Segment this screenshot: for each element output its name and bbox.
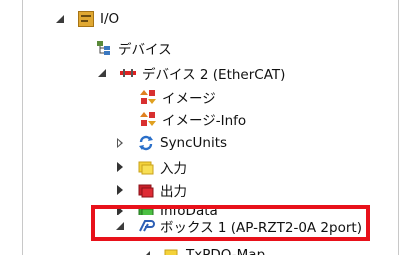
expand-toggle-syncunits[interactable] [114, 137, 126, 149]
tree-node-devices[interactable]: デバイス [96, 37, 172, 59]
tree-node-image-info[interactable]: イメージ-Info [140, 108, 246, 130]
tree-label-device2: デバイス 2 (EtherCAT) [142, 67, 286, 83]
output-folder-icon [138, 182, 154, 198]
tree-label-txpdo: TxPDO-Map [186, 247, 266, 255]
tree-label-image-info: イメージ-Info [162, 113, 247, 129]
tree-label-input: 入力 [160, 161, 187, 177]
tree-node-io[interactable]: I/O [54, 8, 119, 30]
expand-toggle-input[interactable] [114, 161, 126, 173]
syncunits-icon [138, 135, 154, 151]
expand-toggle-device2[interactable] [96, 67, 108, 79]
tree-right-border [398, 0, 399, 255]
image-info-icon [140, 111, 156, 127]
tree-label-syncunits: SyncUnits [160, 135, 228, 151]
expand-toggle-txpdo[interactable] [140, 249, 152, 255]
tree-node-input[interactable]: 入力 [114, 156, 187, 178]
txpdo-map-icon [164, 247, 180, 255]
expand-toggle-io[interactable] [54, 13, 66, 25]
image-icon [140, 89, 156, 105]
input-folder-icon [138, 159, 154, 175]
devices-tree-icon [96, 40, 112, 56]
tree-node-device2[interactable]: デバイス 2 (EtherCAT) [96, 62, 285, 84]
tree-left-border [22, 0, 23, 255]
tree-label-output: 出力 [160, 184, 187, 200]
tree-node-syncunits[interactable]: SyncUnits [114, 132, 227, 154]
tree-label-io: I/O [100, 11, 120, 27]
tree-node-output[interactable]: 出力 [114, 179, 187, 201]
highlight-box [91, 205, 370, 241]
ethercat-device-icon [120, 65, 136, 81]
tree-label-image: イメージ [162, 91, 216, 107]
tree-node-image[interactable]: イメージ [140, 86, 216, 108]
tree-label-devices: デバイス [118, 42, 172, 58]
expand-toggle-output[interactable] [114, 184, 126, 196]
solution-tree: I/O デバイス デバイス 2 (EtherCAT) イメージ イメージ-Inf… [0, 0, 413, 255]
tree-node-txpdo[interactable]: TxPDO-Map [140, 244, 265, 255]
io-folder-icon [78, 11, 94, 27]
